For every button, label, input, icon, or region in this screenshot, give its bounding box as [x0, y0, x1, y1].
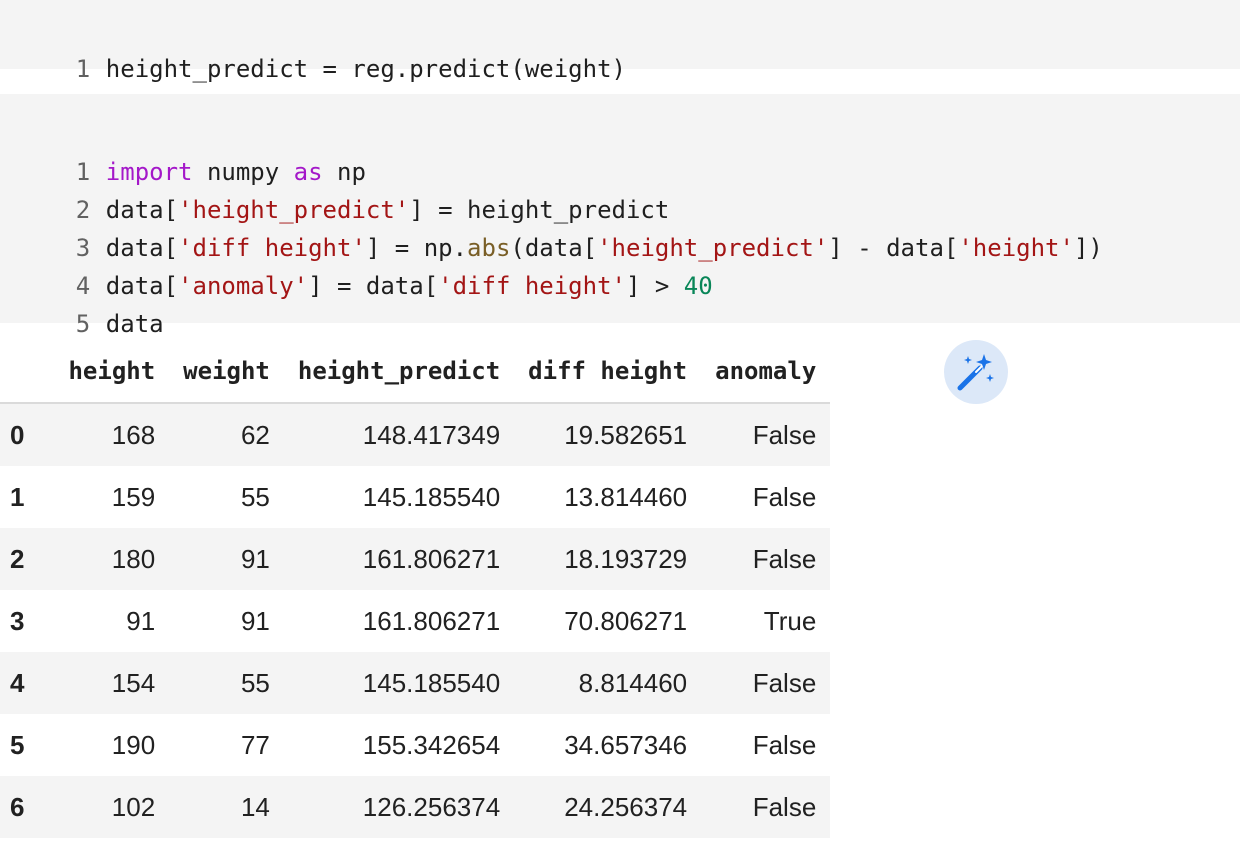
- cell-diff-height: 8.814460: [514, 652, 702, 714]
- row-index: 0: [0, 403, 55, 466]
- table-row: 4 154 55 145.185540 8.814460 False: [0, 652, 831, 714]
- cell-diff-height: 13.814460: [564, 481, 688, 512]
- cell-weight: 91: [240, 605, 270, 636]
- table-row: 1 159 55 145.185540 13.814460 False: [0, 466, 830, 528]
- suggest-charts-button[interactable]: [944, 340, 1008, 404]
- index-header: [0, 340, 55, 404]
- column-header-height-predict: height_predict: [283, 340, 515, 404]
- column-header-weight: weight: [169, 340, 284, 404]
- table-row: 0 168 62 148.417349 19.582651 False: [0, 403, 831, 466]
- cell-diff-height: 34.657346: [564, 729, 688, 760]
- cell-height-predict: 145.185540: [362, 481, 501, 512]
- code-line: 1 height_predict = reg.predict(weight): [0, 12, 626, 83]
- code-number: 40: [683, 272, 713, 300]
- code-cell-1[interactable]: 1 height_predict = reg.predict(weight): [0, 0, 1240, 83]
- column-header-height: height: [54, 340, 170, 404]
- cell-height: 154: [54, 652, 170, 714]
- code-line: 5 data: [0, 267, 164, 338]
- code-line: 3 data['diff height'] = np.abs(data['heig…: [0, 191, 1103, 262]
- row-index: 2: [0, 528, 55, 590]
- cell-weight: 62: [169, 403, 284, 466]
- cell-anomaly: False: [701, 776, 831, 838]
- row-index: 3: [10, 605, 25, 636]
- code-text: ] >: [625, 272, 684, 300]
- cell-weight: 14: [169, 776, 284, 838]
- row-index: 1: [10, 481, 25, 512]
- code-string: 'height': [958, 234, 1074, 262]
- cell-anomaly: False: [701, 403, 831, 466]
- cell-height-predict: 126.256374: [283, 776, 515, 838]
- row-index: 6: [0, 776, 55, 838]
- cell-diff-height: 18.193729: [514, 528, 702, 590]
- column-header-diff-height: diff height: [514, 340, 702, 404]
- cell-height: 180: [54, 528, 170, 590]
- cell-height: 190: [111, 729, 156, 760]
- cell-weight: 91: [169, 528, 284, 590]
- code-string: 'diff height': [438, 272, 626, 300]
- cell-height: 168: [54, 403, 170, 466]
- cell-height-predict: 145.185540: [283, 652, 515, 714]
- table-row: 3 91 91 161.806271 70.806271 True: [0, 590, 830, 652]
- cell-anomaly: False: [752, 729, 817, 760]
- code-text: ]): [1073, 234, 1103, 262]
- code-line: 4 data['anomaly'] = data['diff height'] >…: [0, 229, 713, 300]
- code-text: ] = data[: [308, 272, 439, 300]
- cell-weight: 77: [240, 729, 270, 760]
- cell-weight: 55: [240, 481, 270, 512]
- code-cell-2[interactable]: 1 import numpy as np 2 data['height_predic…: [0, 94, 1240, 338]
- cell-height-predict: 161.806271: [362, 605, 501, 636]
- row-index: 4: [0, 652, 55, 714]
- cell-anomaly: False: [701, 528, 831, 590]
- cell-diff-height: 19.582651: [514, 403, 702, 466]
- cell-anomaly: False: [701, 652, 831, 714]
- code-text: data: [105, 310, 164, 338]
- cell-height-predict: 161.806271: [283, 528, 515, 590]
- cell-anomaly: True: [763, 605, 817, 636]
- code-line: 2 data['height_predict'] = height_predict: [0, 153, 670, 224]
- cell-diff-height: 24.256374: [514, 776, 702, 838]
- line-number: 5: [75, 310, 91, 338]
- cell-weight: 55: [169, 652, 284, 714]
- cell-height-predict: 155.342654: [362, 729, 501, 760]
- column-header-anomaly: anomaly: [701, 340, 831, 404]
- line-number: 1: [75, 55, 91, 83]
- table-row: 6 102 14 126.256374 24.256374 False: [0, 776, 831, 838]
- table-row: 2 180 91 161.806271 18.193729 False: [0, 528, 831, 590]
- cell-height: 159: [111, 481, 156, 512]
- magic-wand-icon: [957, 354, 994, 391]
- dataframe-output: height weight height_predict diff height…: [0, 340, 831, 838]
- code-string: 'anomaly': [178, 272, 309, 300]
- cell-anomaly: False: [752, 481, 817, 512]
- cell-height: 102: [54, 776, 170, 838]
- table-header-row: height weight height_predict diff height…: [0, 340, 831, 404]
- code-line: 1 import numpy as np: [0, 115, 366, 186]
- code-text: ] - data[: [828, 234, 959, 262]
- cell-height: 91: [126, 605, 156, 636]
- row-index: 5: [10, 729, 25, 760]
- code-text: height_predict = reg.predict(weight): [105, 55, 626, 83]
- table-row: 5 190 77 155.342654 34.657346 False: [0, 714, 830, 776]
- cell-diff-height: 70.806271: [564, 605, 688, 636]
- cell-height-predict: 148.417349: [283, 403, 515, 466]
